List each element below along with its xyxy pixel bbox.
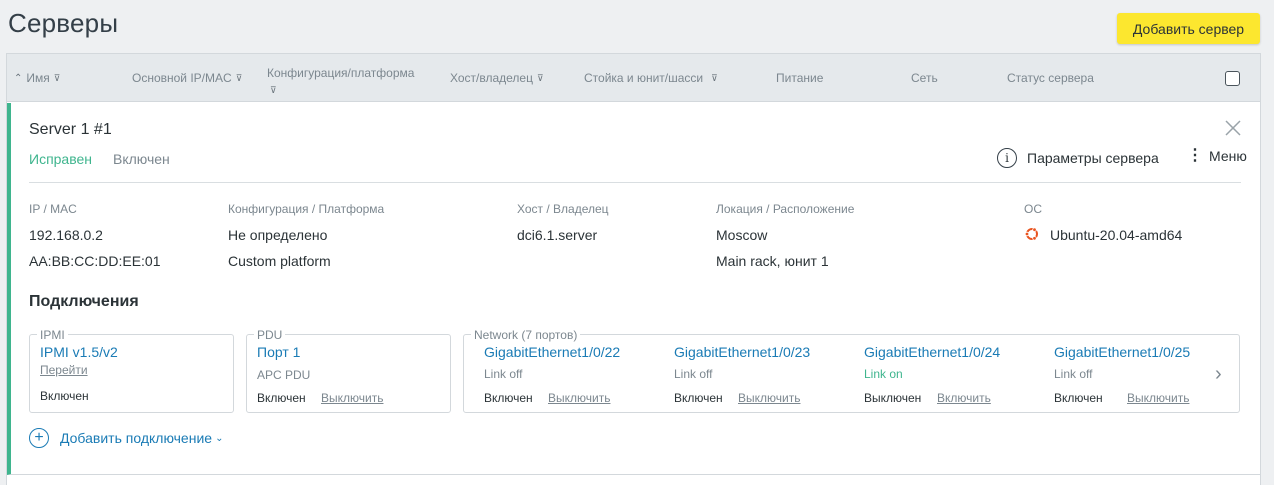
menu-button[interactable]: ⋮ Меню: [1187, 147, 1247, 165]
os-label: ОС: [1024, 202, 1042, 216]
divider: [29, 182, 1241, 183]
add-connection-label: Добавить подключение: [60, 430, 213, 446]
ipmi-connection: IPMI IPMI v1.5/v2 Перейти Включен: [29, 328, 234, 413]
location-label: Локация / Расположение: [716, 202, 855, 216]
filter-icon[interactable]: ⊽: [236, 73, 243, 84]
column-config-label: Конфигурация/платформа: [267, 66, 415, 80]
column-status[interactable]: Статус сервера: [1007, 54, 1094, 102]
host-label: Хост / Владелец: [517, 202, 609, 216]
pdu-toggle-button[interactable]: Выключить: [321, 391, 383, 405]
server-params-label: Параметры сервера: [1027, 150, 1159, 166]
sort-icon[interactable]: ⌃: [14, 73, 22, 84]
port-link-status: Link off: [484, 367, 523, 381]
plus-circle-icon: +: [29, 428, 49, 448]
pdu-title[interactable]: Порт 1: [257, 344, 300, 360]
power-status: Включен: [113, 151, 170, 167]
ip-value: 192.168.0.2: [29, 227, 103, 243]
placement-value: Main rack, юнит 1: [716, 253, 829, 269]
column-power-label: Питание: [776, 71, 824, 85]
chevron-down-icon: ⌄: [215, 432, 224, 444]
column-host-label: Хост/владелец: [450, 71, 533, 85]
column-status-label: Статус сервера: [1007, 71, 1094, 85]
host-value: dci6.1.server: [517, 227, 598, 243]
column-config[interactable]: Конфигурация/платформа ⊽: [267, 54, 414, 102]
ubuntu-icon: [1024, 227, 1038, 241]
menu-label: Меню: [1209, 148, 1247, 164]
mac-value: AA:BB:CC:DD:EE:01: [29, 253, 161, 269]
column-name-label: Имя: [26, 71, 50, 85]
server-card: Server 1 #1 Исправен Включен i Параметры…: [7, 103, 1260, 475]
info-icon: i: [997, 148, 1017, 168]
port-state: Включен: [1054, 391, 1103, 405]
network-legend: Network (7 портов): [471, 328, 581, 342]
port-toggle-button[interactable]: Выключить: [548, 391, 610, 405]
port-state: Включен: [674, 391, 723, 405]
pdu-state: Включен: [257, 391, 306, 405]
column-rack[interactable]: Стойка и юнит/шасси ⊽: [584, 54, 718, 102]
port-link-status: Link off: [1054, 367, 1093, 381]
port-name[interactable]: GigabitEthernet1/0/25: [1054, 344, 1190, 360]
column-host[interactable]: Хост/владелец ⊽: [450, 54, 544, 102]
column-network-label: Сеть: [911, 71, 938, 85]
server-params-button[interactable]: i Параметры сервера: [997, 148, 1159, 168]
table-header: ⌃ Имя ⊽ Основной IP/MAC ⊽ Конфигурация/п…: [7, 54, 1260, 102]
add-connection-button[interactable]: + Добавить подключение ⌄: [29, 428, 223, 448]
close-icon[interactable]: [1224, 119, 1242, 137]
port-name[interactable]: GigabitEthernet1/0/23: [674, 344, 810, 360]
location-value: Moscow: [716, 227, 768, 243]
port-link-status: Link off: [674, 367, 713, 381]
filter-icon[interactable]: ⊽: [711, 73, 718, 84]
column-network[interactable]: Сеть: [911, 54, 938, 102]
filter-icon[interactable]: ⊽: [270, 85, 277, 95]
port-state: Включен: [484, 391, 533, 405]
os-value: Ubuntu-20.04-amd64: [1050, 227, 1183, 243]
ip-mac-label: IP / MAC: [29, 202, 77, 216]
pdu-legend: PDU: [254, 328, 286, 342]
chevron-right-icon[interactable]: ›: [1215, 363, 1222, 386]
column-rack-label: Стойка и юнит/шасси: [584, 71, 704, 85]
ipmi-state: Включен: [40, 389, 89, 403]
port-name[interactable]: GigabitEthernet1/0/22: [484, 344, 620, 360]
config-label: Конфигурация / Платформа: [228, 202, 385, 216]
port-toggle-button[interactable]: Выключить: [738, 391, 800, 405]
column-name[interactable]: ⌃ Имя ⊽: [14, 54, 60, 102]
page-title: Серверы: [8, 8, 119, 38]
column-ip-mac[interactable]: Основной IP/MAC ⊽: [132, 54, 242, 102]
port-name[interactable]: GigabitEthernet1/0/24: [864, 344, 1000, 360]
servers-table: ⌃ Имя ⊽ Основной IP/MAC ⊽ Конфигурация/п…: [6, 53, 1261, 485]
ipmi-legend: IPMI: [37, 328, 68, 342]
port-link-status: Link on: [864, 367, 903, 381]
select-all-checkbox[interactable]: [1225, 71, 1240, 86]
add-server-button[interactable]: Добавить сервер: [1117, 13, 1260, 44]
port-toggle-button[interactable]: Выключить: [1127, 391, 1189, 405]
ipmi-go-link[interactable]: Перейти: [40, 363, 88, 377]
dots-vertical-icon: ⋮: [1187, 147, 1203, 164]
ipmi-title[interactable]: IPMI v1.5/v2: [40, 344, 118, 360]
config-value: Не определено: [228, 227, 328, 243]
platform-value: Custom platform: [228, 253, 331, 269]
network-connection: Network (7 портов) GigabitEthernet1/0/22…: [463, 328, 1240, 413]
pdu-connection: PDU Порт 1 APC PDU Включен Выключить: [246, 328, 451, 413]
port-toggle-button[interactable]: Включить: [937, 391, 991, 405]
filter-icon[interactable]: ⊽: [537, 73, 544, 84]
pdu-sub: APC PDU: [257, 368, 311, 382]
port-state: Выключен: [864, 391, 922, 405]
connections-title: Подключения: [29, 293, 139, 310]
filter-icon[interactable]: ⊽: [54, 73, 61, 84]
column-ip-mac-label: Основной IP/MAC: [132, 71, 232, 85]
column-power[interactable]: Питание: [776, 54, 823, 102]
health-status: Исправен: [29, 151, 93, 167]
server-name: Server 1 #1: [29, 121, 112, 138]
